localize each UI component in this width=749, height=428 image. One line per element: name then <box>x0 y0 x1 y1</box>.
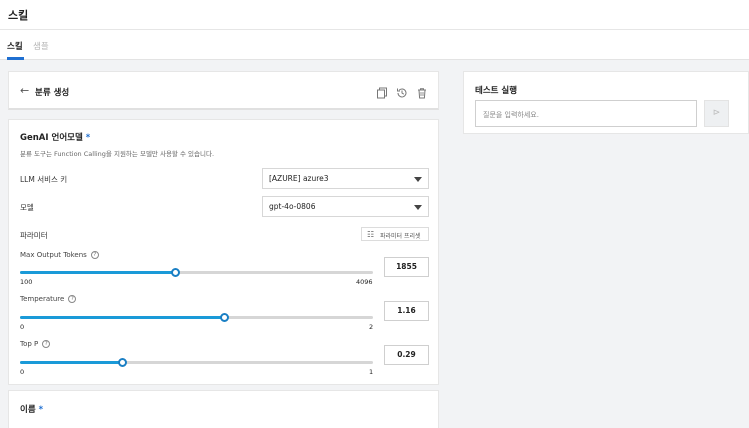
question-input[interactable]: 질문을 입력하세요. <box>475 100 697 127</box>
llm-service-key-label: LLM 서비스 키 <box>20 175 68 184</box>
page-title: 스킬 <box>8 9 29 22</box>
temperature-label: Temperature? <box>20 295 77 303</box>
copy-icon[interactable] <box>376 84 390 99</box>
slider-thumb[interactable] <box>220 313 230 322</box>
slider-thumb[interactable] <box>170 268 180 277</box>
active-tab-indicator <box>7 57 24 60</box>
send-button[interactable]: ⊳ <box>704 100 729 127</box>
help-icon[interactable]: ? <box>42 340 51 348</box>
history-icon[interactable] <box>396 84 410 98</box>
params-label: 파라미터 <box>20 231 48 240</box>
max-output-tokens-input[interactable]: 1855 <box>384 257 429 277</box>
slider-thumb[interactable] <box>117 358 127 367</box>
top-p-slider[interactable] <box>20 358 373 367</box>
tab-bar: 스킬 샘플 <box>0 30 749 60</box>
test-run-card: 테스트 실행 질문을 입력하세요. ⊳ <box>463 71 749 134</box>
test-run-title: 테스트 실행 <box>475 86 518 96</box>
name-card: 이름 * <box>8 390 439 428</box>
max-output-tokens-label: Max Output Tokens? <box>20 251 99 259</box>
tab-sample[interactable]: 샘플 <box>33 40 49 52</box>
temperature-input[interactable]: 1.16 <box>384 301 429 321</box>
slider-min: 0 <box>20 368 25 376</box>
trash-icon[interactable] <box>416 84 430 99</box>
temperature-slider[interactable] <box>20 313 373 322</box>
chevron-down-icon <box>414 177 422 182</box>
max-output-tokens-slider[interactable] <box>20 268 373 277</box>
model-section-title: GenAI 언어모델 * <box>20 133 91 143</box>
slider-min: 0 <box>20 323 25 331</box>
param-preset-button[interactable]: ☷ 파라미터 프리셋 <box>361 227 429 241</box>
panel-header: ← 분류 생성 <box>8 71 439 110</box>
model-description: 분류 도구는 Function Calling을 지원하는 모델만 사용할 수 … <box>20 150 215 158</box>
tab-skill[interactable]: 스킬 <box>7 40 23 52</box>
app-header: 스킬 <box>0 0 749 30</box>
slider-min: 100 <box>20 278 33 286</box>
top-p-input[interactable]: 0.29 <box>384 345 429 365</box>
slider-max: 2 <box>369 323 374 331</box>
top-p-label: Top P? <box>20 340 51 348</box>
slider-max: 4096 <box>356 278 373 286</box>
arrow-left-icon[interactable]: ← <box>20 84 29 97</box>
send-icon: ⊳ <box>712 108 721 118</box>
slider-max: 1 <box>369 368 374 376</box>
name-section-title: 이름 * <box>20 405 44 415</box>
panel-title: 분류 생성 <box>35 88 70 98</box>
model-select[interactable]: gpt-4o-0806 <box>262 196 429 217</box>
model-config-card: GenAI 언어모델 * 분류 도구는 Function Calling을 지원… <box>8 119 439 385</box>
llm-service-key-select[interactable]: [AZURE] azure3 <box>262 168 429 189</box>
chevron-down-icon <box>414 205 422 210</box>
sliders-icon: ☷ <box>367 230 375 239</box>
help-icon[interactable]: ? <box>90 251 99 259</box>
help-icon[interactable]: ? <box>68 295 77 303</box>
model-label: 모델 <box>20 203 34 212</box>
